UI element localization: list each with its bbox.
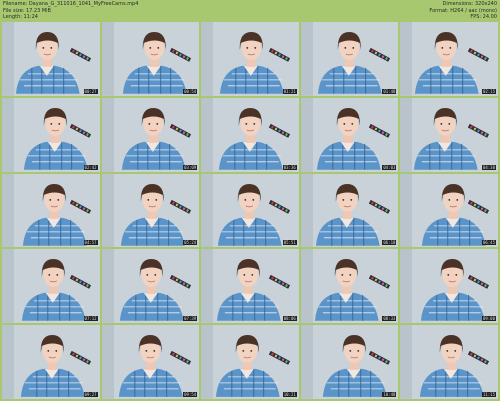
timestamp-label: 05:24 [183, 240, 198, 246]
video-frame-thumbnail[interactable]: 05:24 [101, 173, 200, 248]
frame-image [201, 22, 299, 96]
timestamp-label: 09:00 [481, 316, 496, 322]
timestamp-label: 02:42 [83, 164, 98, 170]
timestamp-label: 06:45 [481, 240, 496, 246]
timestamp-label: 07:12 [83, 316, 98, 322]
video-frame-thumbnail[interactable]: 05:51 [201, 173, 299, 248]
timestamp-label: 03:09 [183, 164, 198, 170]
thumbnail-grid: 00:27 00:54 01:21 01:48 02:15 02:42 03:09 03:36… [2, 22, 498, 399]
frame-image [400, 325, 498, 399]
timestamp-label: 05:51 [282, 240, 297, 246]
timestamp-label: 07:39 [183, 316, 198, 322]
video-frame-thumbnail[interactable]: 00:54 [101, 22, 200, 96]
frame-image [300, 22, 399, 96]
timestamp-label: 04:30 [481, 164, 496, 170]
format-label: Format: [429, 7, 449, 14]
frame-image [201, 325, 299, 399]
frame-image [201, 173, 299, 248]
timestamp-label: 10:48 [382, 392, 397, 397]
video-frame-thumbnail[interactable]: 06:18 [300, 173, 399, 248]
frame-image [300, 325, 399, 399]
video-frame-thumbnail[interactable]: 00:27 [2, 22, 100, 96]
video-frame-thumbnail[interactable]: 11:15 [400, 325, 498, 399]
video-frame-thumbnail[interactable]: 04:30 [400, 97, 498, 172]
frame-image [2, 325, 100, 399]
frame-image [2, 249, 100, 324]
timestamp-label: 02:15 [481, 88, 496, 94]
video-frame-thumbnail[interactable]: 03:36 [201, 97, 299, 172]
frame-image [400, 22, 498, 96]
timestamp-label: 01:48 [382, 88, 397, 94]
video-frame-thumbnail[interactable]: 10:21 [201, 325, 299, 399]
timestamp-label: 00:27 [83, 88, 98, 94]
info-header: Filename: Dayana_G_311016_1041_MyFreeCam… [0, 0, 500, 22]
filename-value: Dayana_G_311016_1041_MyFreeCams.mp4 [28, 1, 139, 7]
length-label: Length: [3, 14, 22, 20]
fps-line: FPS: 24.00 [429, 14, 497, 21]
video-frame-thumbnail[interactable]: 04:57 [2, 173, 100, 248]
frame-image [201, 249, 299, 324]
video-frame-thumbnail[interactable]: 02:42 [2, 97, 100, 172]
timestamp-label: 06:18 [382, 240, 397, 246]
frame-image [101, 325, 200, 399]
timestamp-label: 11:15 [481, 392, 496, 397]
frame-image [400, 249, 498, 324]
filesize-label: File size: [3, 7, 25, 14]
filesize-value: 17.23 MiB [25, 7, 51, 14]
info-right: Dimensions: 320x240 Format: H264 / aac (… [429, 1, 497, 21]
fps-label: FPS: [470, 14, 482, 20]
video-frame-thumbnail[interactable]: 07:39 [101, 249, 200, 324]
frame-image [101, 22, 200, 96]
video-frame-thumbnail[interactable]: 02:15 [400, 22, 498, 96]
timestamp-label: 00:54 [183, 88, 198, 94]
timestamp-label: 03:36 [282, 164, 297, 170]
video-frame-thumbnail[interactable]: 07:12 [2, 249, 100, 324]
video-frame-thumbnail[interactable]: 01:21 [201, 22, 299, 96]
dimensions-value: 320x240 [474, 1, 497, 7]
frame-image [2, 22, 100, 96]
info-left: Filename: Dayana_G_311016_1041_MyFreeCam… [3, 1, 138, 21]
timestamp-label: 01:21 [282, 88, 297, 94]
timestamp-label: 04:03 [382, 164, 397, 170]
frame-image [101, 173, 200, 248]
video-frame-thumbnail[interactable]: 10:48 [300, 325, 399, 399]
timestamp-label: 08:06 [282, 316, 297, 322]
frame-image [101, 249, 200, 324]
video-frame-thumbnail[interactable]: 03:09 [101, 97, 200, 172]
length-value: 11:24 [23, 14, 38, 20]
frame-image [2, 173, 100, 248]
timestamp-label: 09:27 [83, 392, 98, 397]
fps-value: 24.00 [482, 14, 497, 20]
video-frame-thumbnail[interactable]: 09:54 [101, 325, 200, 399]
format-value: H264 / aac (mono) [450, 7, 497, 14]
frame-image [201, 97, 299, 172]
frame-image [300, 97, 399, 172]
video-frame-thumbnail[interactable]: 09:00 [400, 249, 498, 324]
timestamp-label: 10:21 [282, 392, 297, 397]
timestamp-label: 04:57 [83, 240, 98, 246]
frame-image [400, 173, 498, 248]
video-frame-thumbnail[interactable]: 04:03 [300, 97, 399, 172]
dimensions-label: Dimensions: [442, 1, 474, 7]
frame-image [300, 173, 399, 248]
frame-image [2, 97, 100, 172]
filename-label: Filename: [3, 1, 28, 7]
video-frame-thumbnail[interactable]: 01:48 [300, 22, 399, 96]
frame-image [300, 249, 399, 324]
video-frame-thumbnail[interactable]: 08:33 [300, 249, 399, 324]
length-line: Length: 11:24 [3, 14, 138, 21]
timestamp-label: 09:54 [183, 392, 198, 397]
frame-image [101, 97, 200, 172]
video-frame-thumbnail[interactable]: 09:27 [2, 325, 100, 399]
timestamp-label: 08:33 [382, 316, 397, 322]
frame-image [400, 97, 498, 172]
video-frame-thumbnail[interactable]: 06:45 [400, 173, 498, 248]
video-frame-thumbnail[interactable]: 08:06 [201, 249, 299, 324]
